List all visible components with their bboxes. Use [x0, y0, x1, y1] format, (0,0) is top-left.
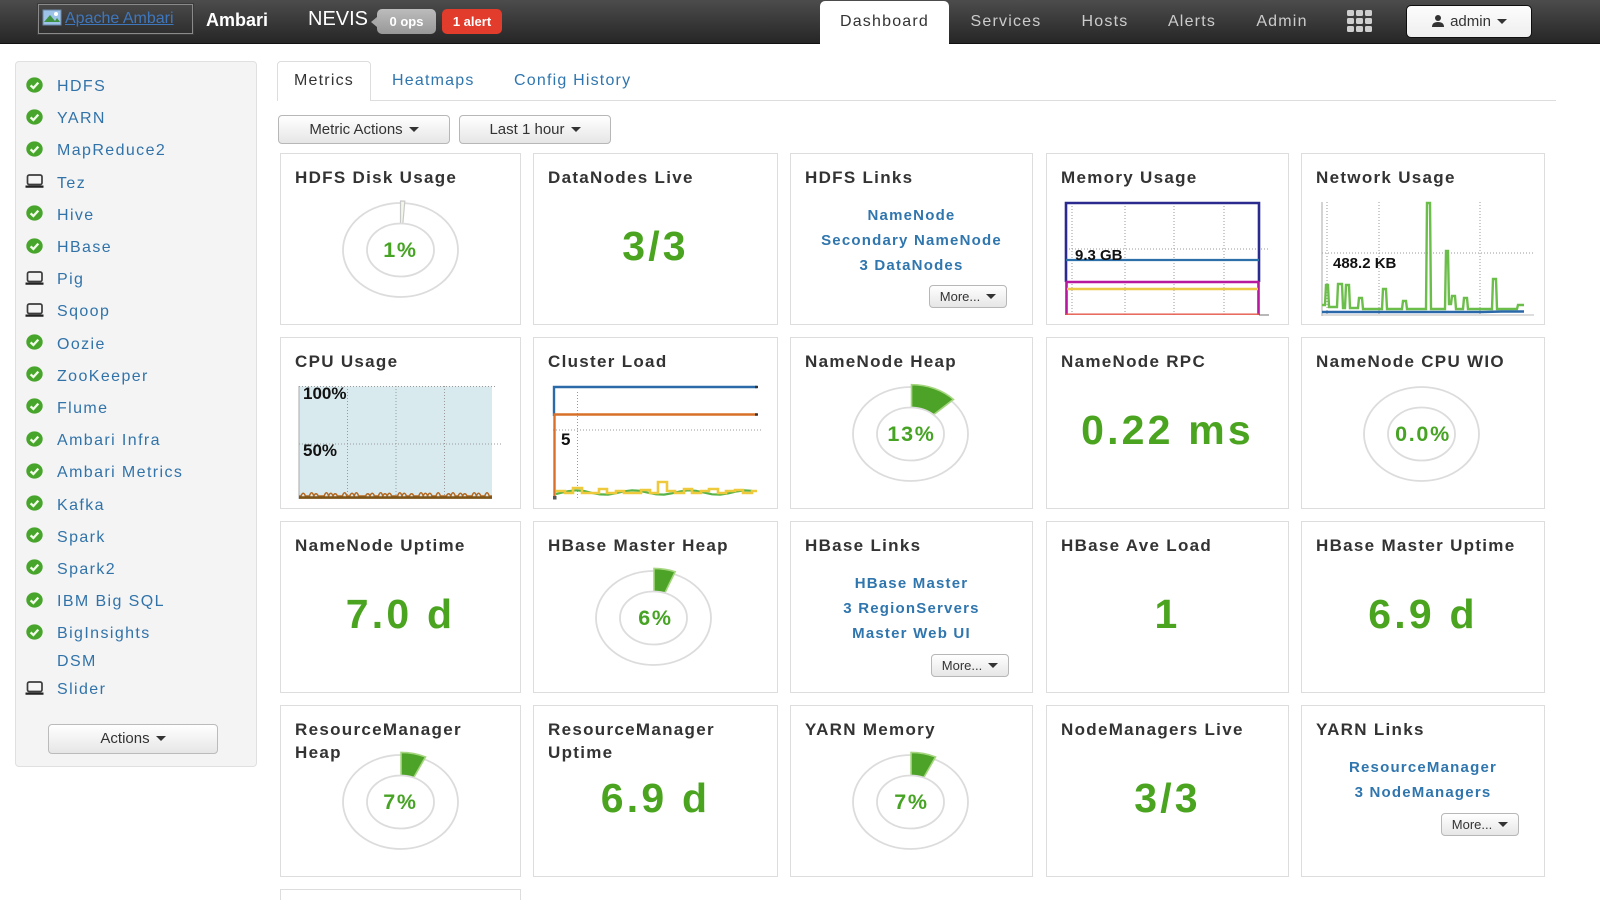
svg-text:9.3 GB: 9.3 GB [1075, 247, 1123, 264]
svg-text:100%: 100% [303, 384, 346, 403]
svg-text:488.2 KB: 488.2 KB [1333, 255, 1397, 272]
svg-text:50%: 50% [303, 441, 337, 460]
svg-text:5: 5 [561, 430, 570, 449]
